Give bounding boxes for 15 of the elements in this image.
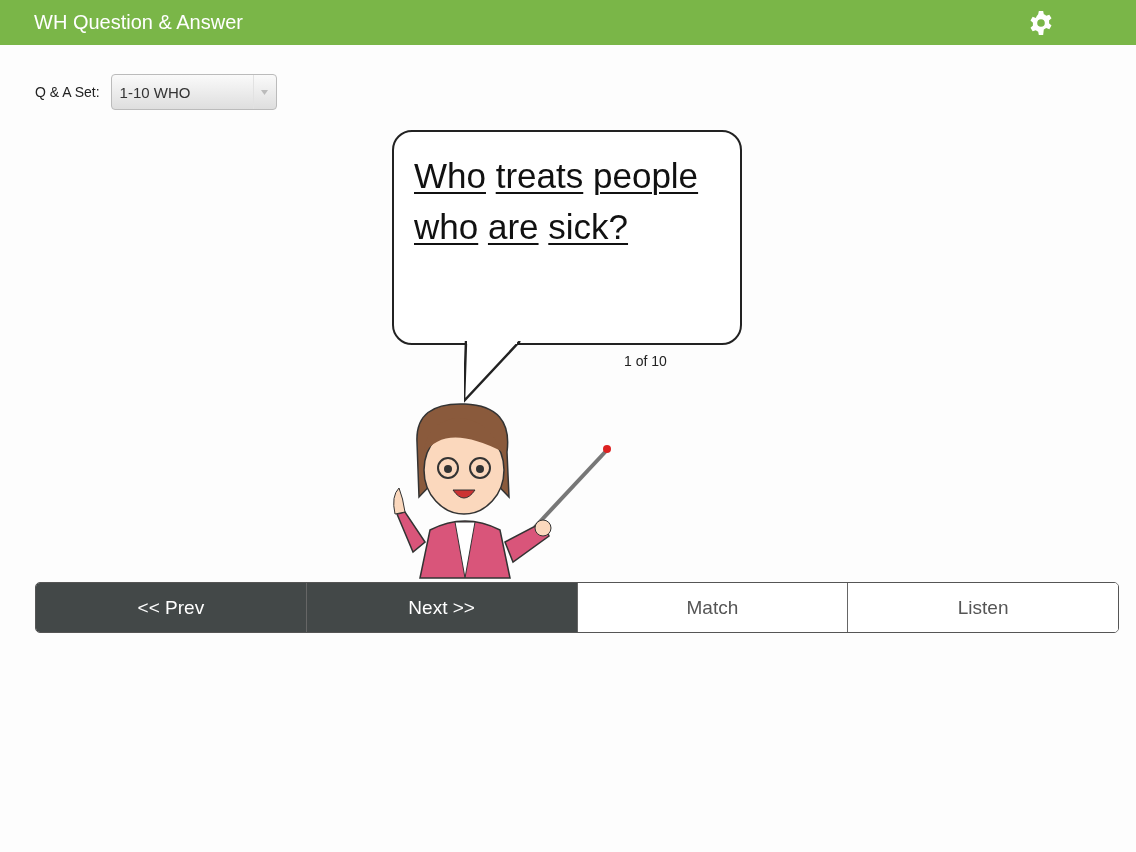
- word-link[interactable]: are: [487, 207, 539, 246]
- settings-icon[interactable]: [1028, 9, 1054, 36]
- word-link[interactable]: Who: [414, 156, 486, 195]
- nav-button[interactable]: Listen: [847, 583, 1118, 632]
- set-dropdown[interactable]: 1-10 WHO: [110, 74, 277, 110]
- app-title: WH Question & Answer: [34, 11, 243, 34]
- word-link[interactable]: people: [593, 156, 699, 195]
- caret-icon: [261, 89, 269, 95]
- word-link[interactable]: who: [414, 207, 479, 246]
- nav-button[interactable]: << Prev: [36, 583, 306, 632]
- nav-button[interactable]: Next >>: [305, 583, 577, 632]
- word-link[interactable]: treats: [495, 156, 584, 195]
- word-link[interactable]: sick?: [548, 207, 629, 246]
- set-label: Q & A Set:: [35, 84, 100, 100]
- question-counter: 1 of 10: [624, 353, 667, 369]
